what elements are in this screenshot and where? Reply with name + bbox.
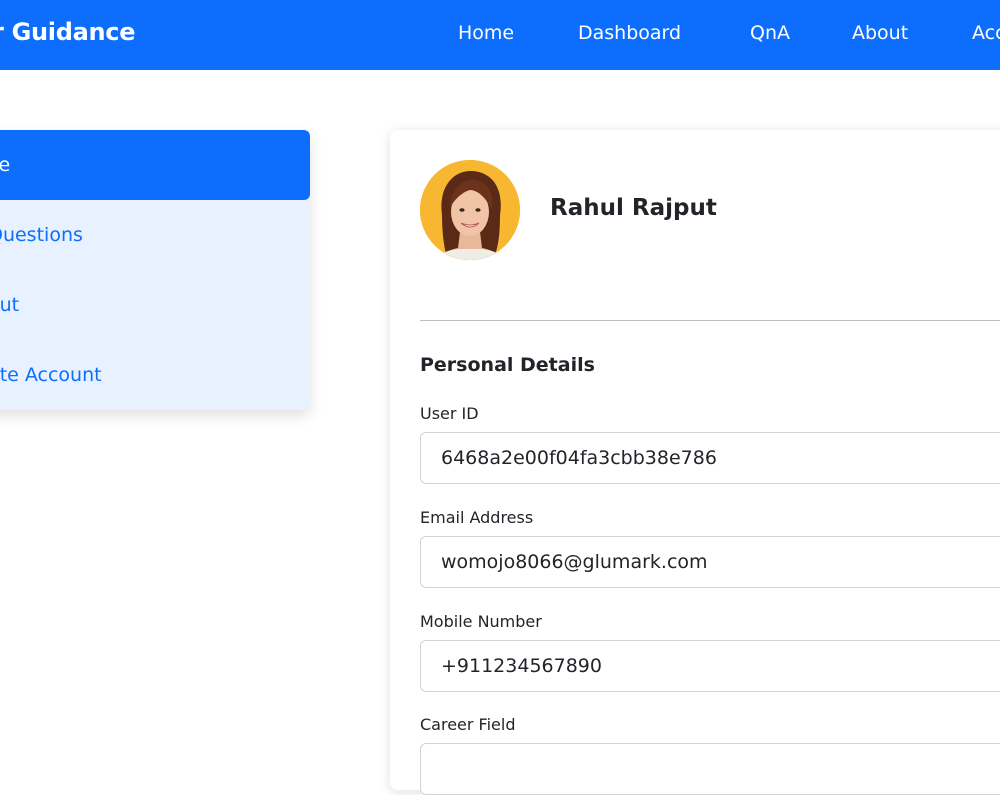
nav-link-home[interactable]: Home [458, 22, 514, 44]
nav-link-about[interactable]: About [852, 22, 908, 44]
mobile-number-field[interactable] [420, 640, 1000, 692]
sidebar-menu: ile Questions out ete Account [0, 130, 310, 410]
email-label: Email Address [420, 508, 534, 527]
navbar: r Guidance Home Dashboard QnA About Acc [0, 0, 1000, 70]
divider [420, 320, 1000, 321]
sidebar-item-delete-account[interactable]: ete Account [0, 340, 310, 410]
sidebar-item-questions[interactable]: Questions [0, 200, 310, 270]
nav-link-account[interactable]: Acc [972, 22, 1000, 44]
profile-name: Rahul Rajput [550, 195, 717, 221]
nav-link-qna[interactable]: QnA [750, 22, 790, 44]
brand-logo[interactable]: r Guidance [0, 18, 135, 46]
nav-link-dashboard[interactable]: Dashboard [578, 22, 681, 44]
sidebar-item-logout[interactable]: out [0, 270, 310, 340]
profile-photo-icon [420, 160, 520, 260]
email-field[interactable] [420, 536, 1000, 588]
profile-card: Rahul Rajput Personal Details User ID Em… [390, 130, 1000, 795]
sidebar-item-profile[interactable]: ile [0, 130, 310, 200]
user-id-field[interactable] [420, 432, 1000, 484]
mobile-number-label: Mobile Number [420, 612, 542, 631]
user-id-label: User ID [420, 404, 479, 423]
career-field-field[interactable] [420, 743, 1000, 795]
avatar [420, 160, 520, 260]
career-field-label: Career Field [420, 715, 516, 734]
section-title-personal-details: Personal Details [420, 354, 595, 376]
